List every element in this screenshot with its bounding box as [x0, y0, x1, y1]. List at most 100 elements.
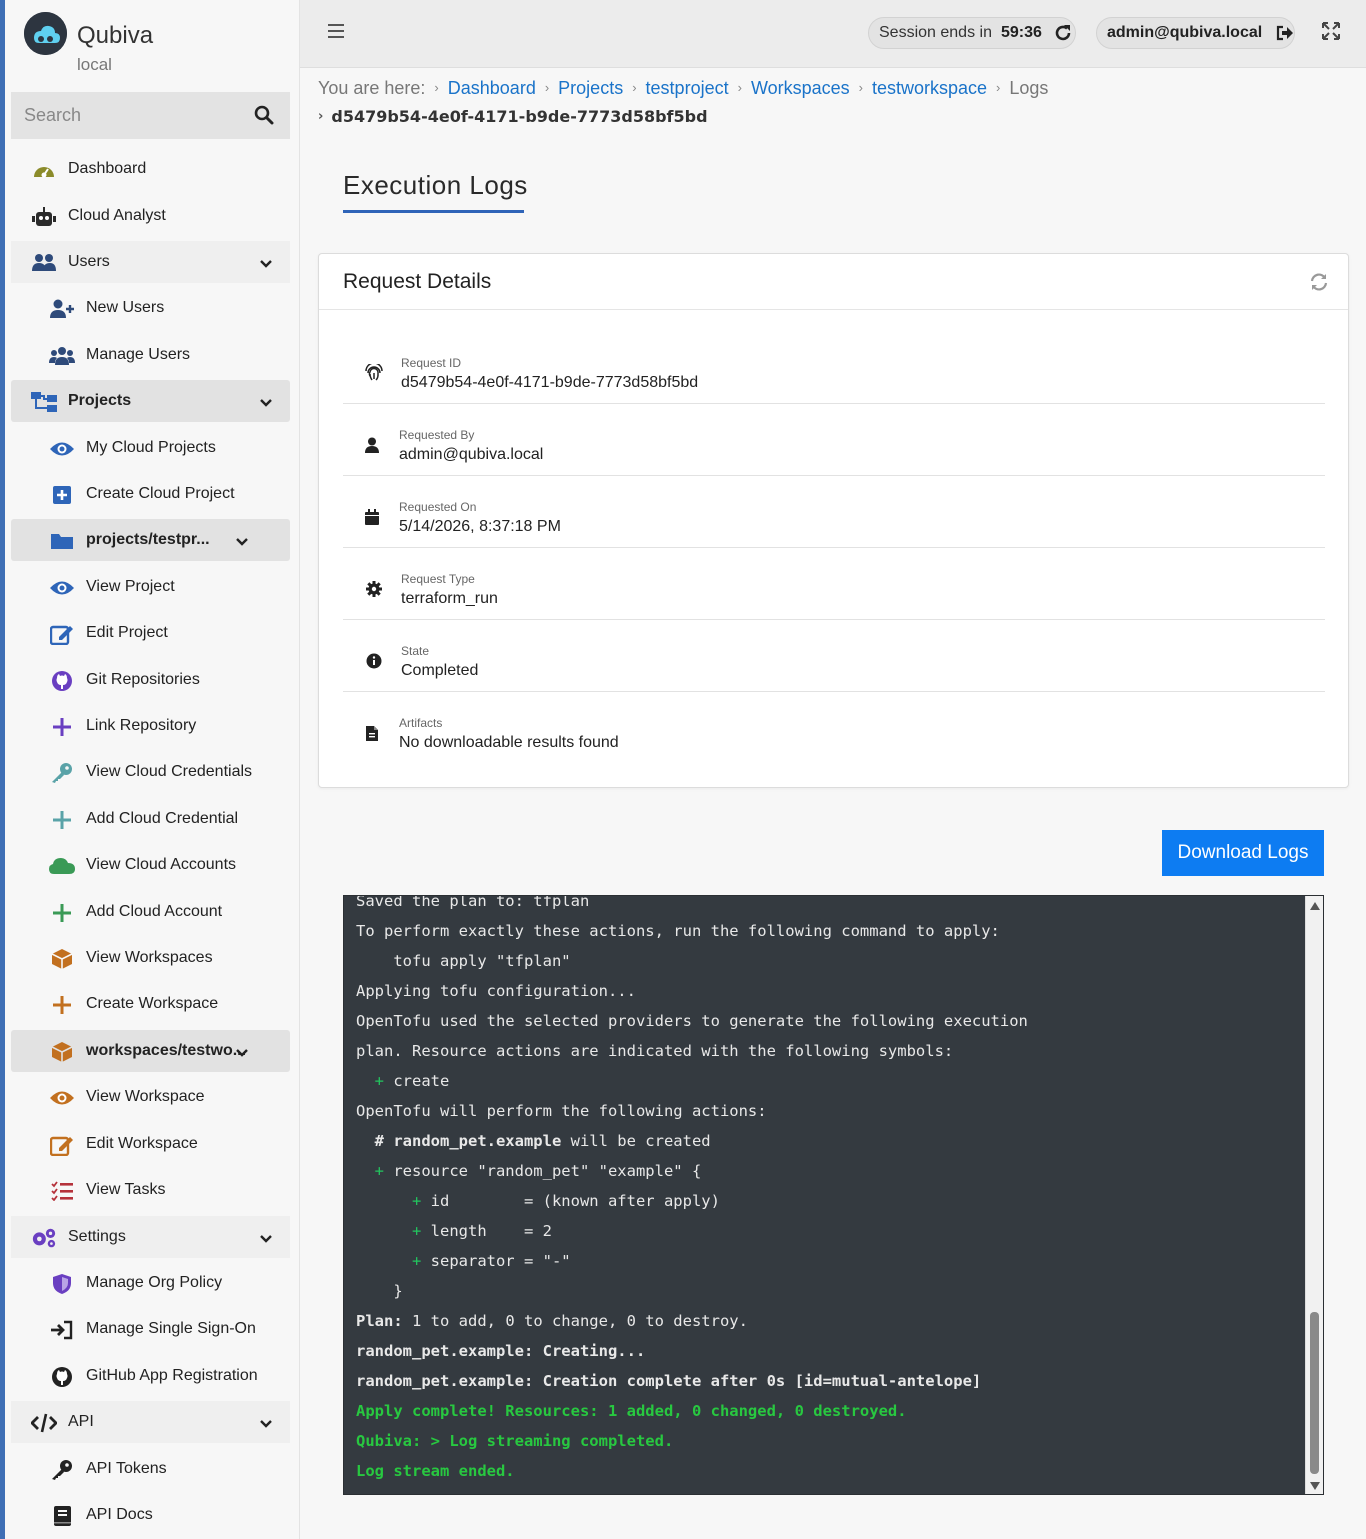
detail-value: terraform_run: [401, 590, 498, 607]
menu-toggle-icon[interactable]: [328, 24, 344, 43]
refresh-icon[interactable]: [1310, 273, 1328, 296]
session-timer: Session ends in 59:36: [868, 17, 1076, 49]
log-line: OpenTofu used the selected providers to …: [356, 1006, 1028, 1036]
log-line-text: Saved the plan to: tfplan: [356, 895, 590, 910]
github-icon: [49, 670, 75, 692]
chevron-down-icon: [236, 533, 248, 551]
detail-value: Completed: [401, 662, 479, 679]
sidebar-item-manage-org-policy[interactable]: Manage Org Policy: [11, 1262, 290, 1304]
log-line: OpenTofu will perform the following acti…: [356, 1096, 1028, 1126]
sidebar-item-label: New Users: [86, 299, 165, 316]
eye-icon: [49, 438, 75, 460]
brand-name: Qubiva: [77, 22, 154, 49]
sidebar-item-cloud-analyst[interactable]: Cloud Analyst: [11, 195, 290, 237]
sidebar-item-edit-project[interactable]: Edit Project: [11, 612, 290, 654]
log-line-text: separator = "-": [430, 1252, 571, 1270]
sidebar-item-create-workspace[interactable]: Create Workspace: [11, 983, 290, 1025]
sidebar-item-view-cloud-credentials[interactable]: View Cloud Credentials: [11, 751, 290, 793]
title-underline: [343, 210, 524, 213]
key-icon: [49, 1459, 75, 1481]
breadcrumb-projects[interactable]: Projects: [558, 77, 623, 99]
breadcrumb-workspaces[interactable]: Workspaces: [751, 77, 850, 99]
sidebar-item-label: View Workspaces: [86, 949, 213, 966]
scroll-up-icon[interactable]: [1310, 902, 1320, 910]
log-line: random_pet.example: Creating...: [356, 1336, 1028, 1366]
detail-label: Requested On: [399, 500, 477, 514]
sidebar-item-my-cloud-projects[interactable]: My Cloud Projects: [11, 427, 290, 469]
sidebar-item-view-project[interactable]: View Project: [11, 566, 290, 608]
breadcrumb-project[interactable]: testproject: [646, 77, 729, 99]
log-line: Plan: 1 to add, 0 to change, 0 to destro…: [356, 1306, 1028, 1336]
sidebar-item-label: Dashboard: [68, 160, 147, 177]
fullscreen-icon[interactable]: [1322, 22, 1340, 45]
detail-label: Requested By: [399, 428, 475, 442]
user-menu[interactable]: admin@qubiva.local: [1096, 17, 1295, 49]
sidebar-item-link-repository[interactable]: Link Repository: [11, 705, 290, 747]
topbar: Session ends in 59:36 admin@qubiva.local: [300, 0, 1366, 68]
log-line: + resource "random_pet" "example" {: [356, 1156, 1028, 1186]
log-line-prefix: +: [356, 1222, 431, 1240]
sidebar-item-projects[interactable]: Projects: [11, 380, 290, 422]
scroll-down-icon[interactable]: [1310, 1482, 1320, 1490]
card-title: Request Details: [343, 270, 492, 293]
breadcrumb-separator-icon: ›: [434, 80, 439, 95]
breadcrumb-workspace[interactable]: testworkspace: [872, 77, 987, 99]
log-line-prefix: +: [356, 1072, 394, 1090]
scroll-thumb[interactable]: [1310, 1312, 1319, 1474]
log-line-text: length = 2: [430, 1222, 552, 1240]
log-line: tofu apply "tfplan": [356, 946, 1028, 976]
log-line: Apply complete! Resources: 1 added, 0 ch…: [356, 1396, 1028, 1426]
sidebar-item-label: Manage Org Policy: [86, 1274, 223, 1291]
eye-icon: [49, 577, 75, 599]
search-icon[interactable]: [254, 105, 274, 130]
breadcrumb-separator-icon: ›: [996, 80, 1001, 95]
sidebar-item-view-tasks[interactable]: View Tasks: [11, 1169, 290, 1211]
sidebar-item-view-cloud-accounts[interactable]: View Cloud Accounts: [11, 844, 290, 886]
sidebar-item-api[interactable]: API: [11, 1401, 290, 1443]
sidebar-item-label: Settings: [68, 1228, 126, 1245]
download-logs-button[interactable]: Download Logs: [1162, 830, 1324, 876]
log-line-text: 1 to add, 0 to change, 0 to destroy.: [402, 1312, 748, 1330]
plus-square-icon: [49, 484, 75, 506]
search-input[interactable]: [11, 92, 241, 139]
sidebar-item-users[interactable]: Users: [11, 241, 290, 283]
log-line-bold: Plan:: [356, 1312, 403, 1330]
sidebar-item-manage-users[interactable]: Manage Users: [11, 334, 290, 376]
detail-value: 5/14/2026, 8:37:18 PM: [399, 518, 561, 535]
key-icon: [49, 762, 75, 784]
sidebar-item-git-repositories[interactable]: Git Repositories: [11, 659, 290, 701]
log-line: # random_pet.example will be created: [356, 1126, 1028, 1156]
log-scrollbar[interactable]: [1305, 896, 1323, 1494]
log-console[interactable]: Saved the plan to: tfplan To perform exac…: [343, 895, 1324, 1495]
detail-requested-by: Requested By admin@qubiva.local: [343, 404, 1325, 476]
breadcrumb-dashboard[interactable]: Dashboard: [448, 77, 536, 99]
shield-icon: [49, 1273, 75, 1295]
log-line-text: Apply complete! Resources: 1 added, 0 ch…: [356, 1402, 907, 1420]
log-line: }: [356, 1276, 1028, 1306]
sidebar-item-label: GitHub App Registration: [86, 1367, 258, 1384]
sidebar-item-manage-sso[interactable]: Manage Single Sign-On: [11, 1308, 290, 1350]
log-line-text: random_pet.example: Creating...: [356, 1342, 646, 1360]
sidebar-item-add-cloud-credential[interactable]: Add Cloud Credential: [11, 798, 290, 840]
sidebar-item-settings[interactable]: Settings: [11, 1216, 290, 1258]
sidebar-item-new-users[interactable]: New Users: [11, 287, 290, 329]
plus-icon: [49, 716, 75, 738]
plus-icon: [49, 994, 75, 1016]
sidebar-item-edit-workspace[interactable]: Edit Workspace: [11, 1123, 290, 1165]
sidebar-item-current-workspace[interactable]: workspaces/testwo...: [11, 1030, 290, 1072]
sidebar-item-api-docs[interactable]: API Docs: [11, 1494, 290, 1536]
refresh-session-icon[interactable]: [1054, 24, 1072, 42]
sidebar-item-api-tokens[interactable]: API Tokens: [11, 1448, 290, 1490]
sidebar-item-view-workspace[interactable]: View Workspace: [11, 1076, 290, 1118]
logout-icon[interactable]: [1276, 25, 1294, 41]
sidebar-item-add-cloud-account[interactable]: Add Cloud Account: [11, 891, 290, 933]
sidebar-item-create-cloud-project[interactable]: Create Cloud Project: [11, 473, 290, 515]
sidebar-item-current-project[interactable]: projects/testpr...: [11, 519, 290, 561]
log-line-text: plan. Resource actions are indicated wit…: [356, 1042, 954, 1060]
sidebar-item-dashboard[interactable]: Dashboard: [11, 148, 290, 190]
sidebar-item-view-workspaces[interactable]: View Workspaces: [11, 937, 290, 979]
sidebar-item-label: Manage Users: [86, 346, 191, 363]
sidebar-accent-bar: [0, 0, 5, 1539]
sidebar-item-github-app-registration[interactable]: GitHub App Registration: [11, 1355, 290, 1397]
user-icon: [363, 436, 381, 454]
